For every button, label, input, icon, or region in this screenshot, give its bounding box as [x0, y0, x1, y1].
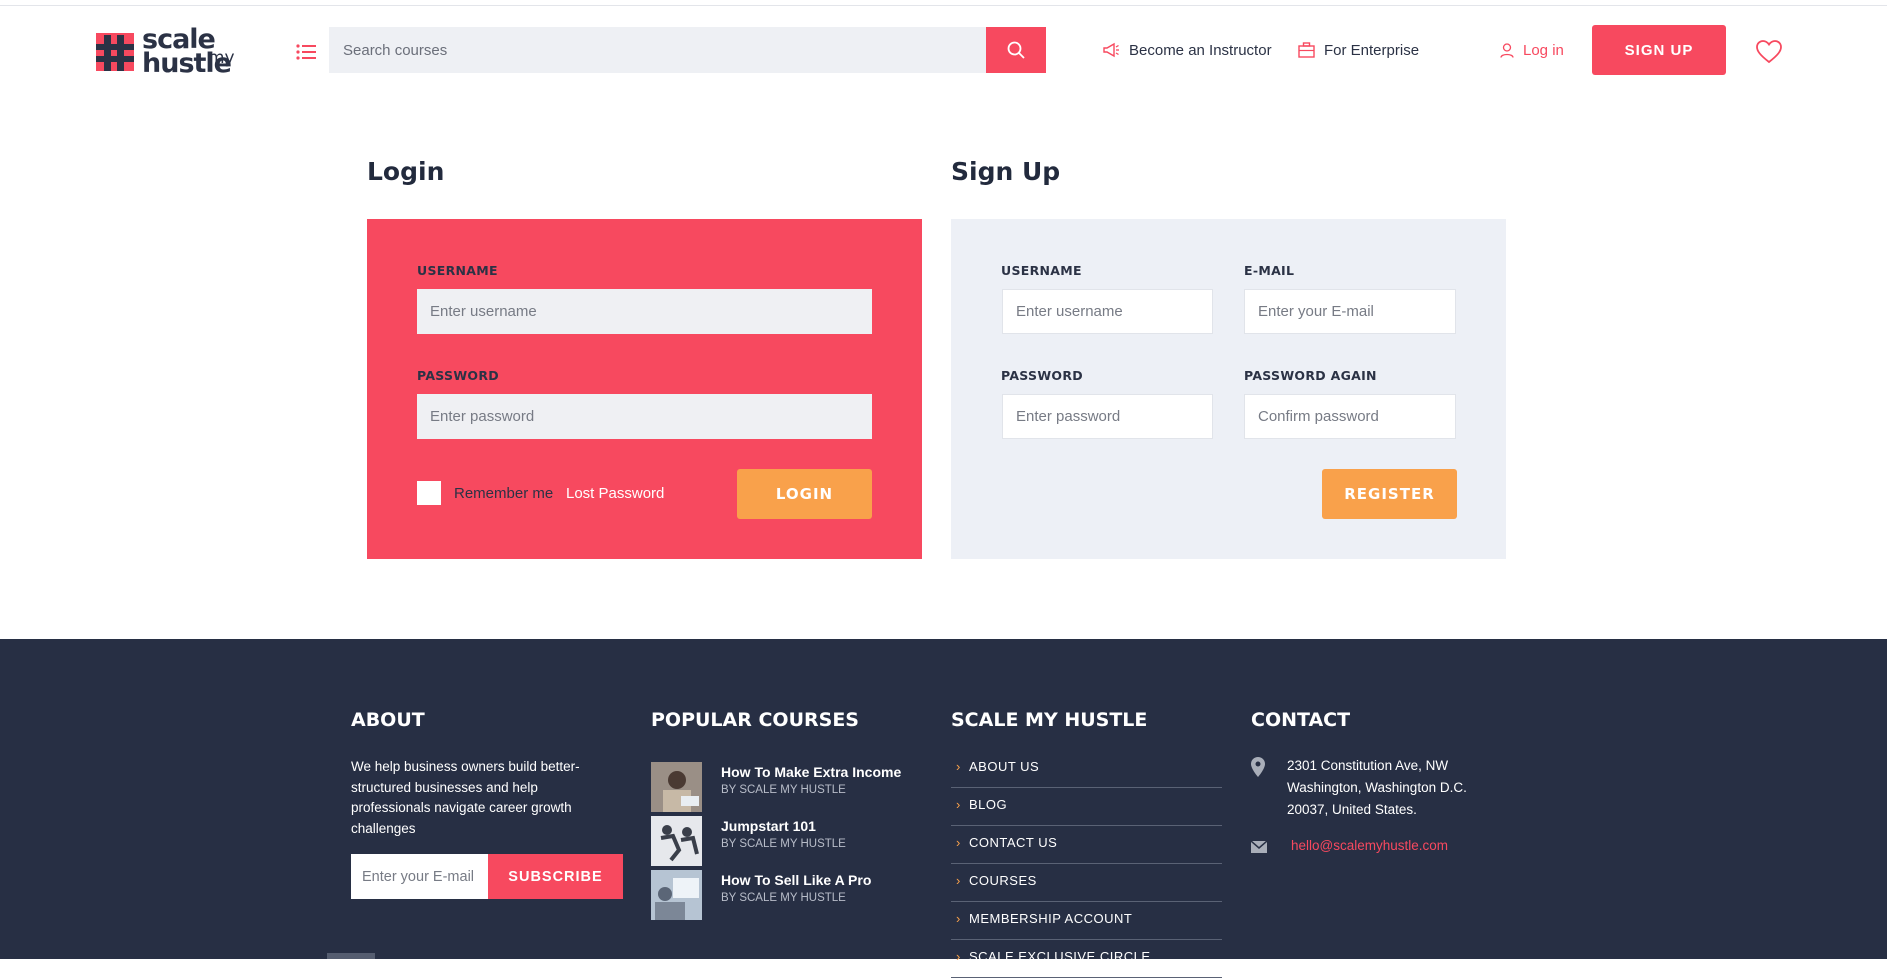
course-author: BY SCALE MY HUSTLE — [721, 838, 846, 850]
footer-link-courses[interactable]: › COURSES — [951, 864, 1222, 902]
login-form: USERNAME PASSWORD Remember me Lost Passw… — [367, 219, 922, 559]
lost-password-link[interactable]: Lost Password — [566, 485, 664, 502]
signup-password-label: PASSWORD — [1001, 368, 1083, 383]
signup-email-label: E-MAIL — [1244, 263, 1295, 278]
signup-username-label: USERNAME — [1001, 263, 1082, 278]
chevron-right-icon: › — [956, 759, 961, 774]
site-header: scale hustle my Becom — [0, 6, 1887, 96]
course-item[interactable]: Jumpstart 101 BY SCALE MY HUSTLE — [651, 816, 901, 866]
briefcase-icon — [1298, 42, 1315, 58]
newsletter-email-input[interactable] — [351, 854, 488, 899]
user-icon — [1500, 42, 1514, 58]
footer-popular-title: POPULAR COURSES — [651, 709, 859, 731]
signup-form: USERNAME E-MAIL PASSWORD PASSWORD AGAIN … — [951, 219, 1506, 559]
chevron-right-icon: › — [956, 835, 961, 850]
wishlist-heart-icon[interactable] — [1756, 40, 1782, 64]
contact-email-link[interactable]: hello@scalemyhustle.com — [1291, 838, 1448, 853]
site-footer: ABOUT We help business owners build bett… — [0, 639, 1887, 978]
envelope-icon — [1250, 840, 1268, 858]
footer-link-contact-us[interactable]: › CONTACT US — [951, 826, 1222, 864]
category-list-icon[interactable] — [296, 43, 316, 61]
signup-password-again-label: PASSWORD AGAIN — [1244, 368, 1377, 383]
footer-link-scale-exclusive-circle[interactable]: › SCALE EXCLUSIVE CIRCLE — [951, 940, 1222, 978]
login-title: Login — [367, 157, 445, 186]
footer-about-text: We help business owners build better-str… — [351, 759, 580, 836]
course-title[interactable]: How To Make Extra Income — [721, 764, 901, 780]
course-thumbnail — [651, 870, 702, 920]
login-password-label: PASSWORD — [417, 368, 499, 383]
search-bar — [329, 27, 1046, 73]
course-item[interactable]: How To Sell Like A Pro BY SCALE MY HUSTL… — [651, 870, 901, 920]
for-enterprise-link[interactable]: For Enterprise — [1298, 38, 1419, 62]
chevron-right-icon: › — [956, 797, 961, 812]
footer-link-membership-account[interactable]: › MEMBERSHIP ACCOUNT — [951, 902, 1222, 940]
course-thumbnail — [651, 816, 702, 866]
chevron-right-icon: › — [956, 873, 961, 888]
signup-title: Sign Up — [951, 157, 1061, 186]
subscribe-button[interactable]: SUBSCRIBE — [488, 854, 623, 899]
search-icon — [1007, 41, 1025, 59]
megaphone-icon — [1103, 42, 1119, 58]
footer-links-title: SCALE MY HUSTLE — [951, 709, 1148, 731]
course-title[interactable]: How To Sell Like A Pro — [721, 872, 871, 888]
chevron-right-icon: › — [956, 911, 961, 926]
login-username-input[interactable] — [417, 289, 872, 334]
become-instructor-link[interactable]: Become an Instructor — [1102, 38, 1272, 62]
course-item[interactable]: How To Make Extra Income BY SCALE MY HUS… — [651, 762, 901, 812]
location-pin-icon — [1251, 757, 1265, 782]
login-username-label: USERNAME — [417, 263, 498, 278]
scrollbar-stub — [327, 953, 375, 959]
signup-username-input[interactable] — [1002, 289, 1213, 334]
course-author: BY SCALE MY HUSTLE — [721, 784, 846, 796]
signup-password-again-input[interactable] — [1244, 394, 1456, 439]
footer-about-title: ABOUT — [351, 709, 425, 731]
logo-hash-icon — [96, 33, 134, 71]
footer-contact-title: CONTACT — [1251, 709, 1351, 731]
signup-password-input[interactable] — [1002, 394, 1213, 439]
logo-text: scale hustle my — [142, 24, 235, 79]
course-thumbnail — [651, 762, 702, 812]
course-title[interactable]: Jumpstart 101 — [721, 818, 816, 834]
login-link[interactable]: Log in — [1500, 38, 1564, 62]
login-password-input[interactable] — [417, 394, 872, 439]
signup-button[interactable]: SIGN UP — [1592, 25, 1726, 75]
search-input[interactable] — [329, 27, 986, 73]
remember-me-label: Remember me — [454, 485, 554, 502]
login-button[interactable]: LOGIN — [737, 469, 872, 519]
remember-me-checkbox[interactable] — [417, 481, 441, 505]
logo[interactable]: scale hustle my — [96, 24, 246, 79]
chevron-right-icon: › — [956, 949, 961, 964]
register-button[interactable]: REGISTER — [1322, 469, 1457, 519]
footer-link-about-us[interactable]: › ABOUT US — [951, 750, 1222, 788]
course-author: BY SCALE MY HUSTLE — [721, 892, 846, 904]
footer-link-blog[interactable]: › BLOG — [951, 788, 1222, 826]
signup-email-input[interactable] — [1244, 289, 1456, 334]
search-button[interactable] — [986, 27, 1046, 73]
contact-address: 2301 Constitution Ave, NW Washington, Wa… — [1287, 758, 1467, 817]
